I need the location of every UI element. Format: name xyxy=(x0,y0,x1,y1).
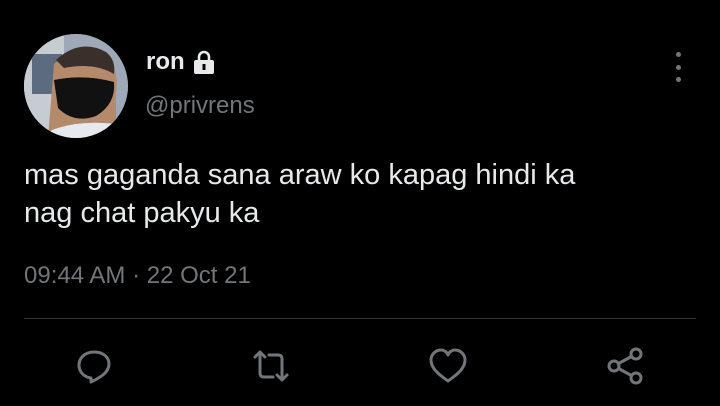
retweet-icon xyxy=(253,350,289,382)
more-dot-icon xyxy=(675,77,681,82)
share-icon xyxy=(607,347,643,385)
retweet-button[interactable] xyxy=(251,346,291,386)
divider xyxy=(24,318,696,319)
avatar-image xyxy=(24,34,128,138)
tweet-timestamp[interactable]: 09:44 AM · 22 Oct 21 xyxy=(24,262,251,290)
tweet-text-line: nag chat pakyu ka xyxy=(24,197,260,229)
author-handle[interactable]: @privrens xyxy=(145,92,255,120)
more-options-button[interactable] xyxy=(668,52,688,82)
more-dot-icon xyxy=(675,64,681,70)
like-button[interactable] xyxy=(428,346,468,386)
lock-icon xyxy=(193,50,214,74)
share-button[interactable] xyxy=(606,346,646,386)
tweet-time: 09:44 AM xyxy=(24,262,126,289)
reply-button[interactable] xyxy=(74,346,114,386)
tweet-text-line: mas gaganda sana araw ko kapag hindi ka xyxy=(24,159,576,191)
speech-bubble-icon xyxy=(77,350,111,384)
heart-icon xyxy=(429,348,467,383)
tweet-text: mas gaganda sana araw ko kapag hindi ka … xyxy=(24,156,694,232)
author-name: ron xyxy=(146,48,185,75)
meta-separator: · xyxy=(132,262,141,289)
author-name-row[interactable]: ron xyxy=(146,48,217,76)
more-dot-icon xyxy=(675,52,681,57)
avatar[interactable] xyxy=(24,34,128,138)
tweet-date: 22 Oct 21 xyxy=(146,262,251,289)
